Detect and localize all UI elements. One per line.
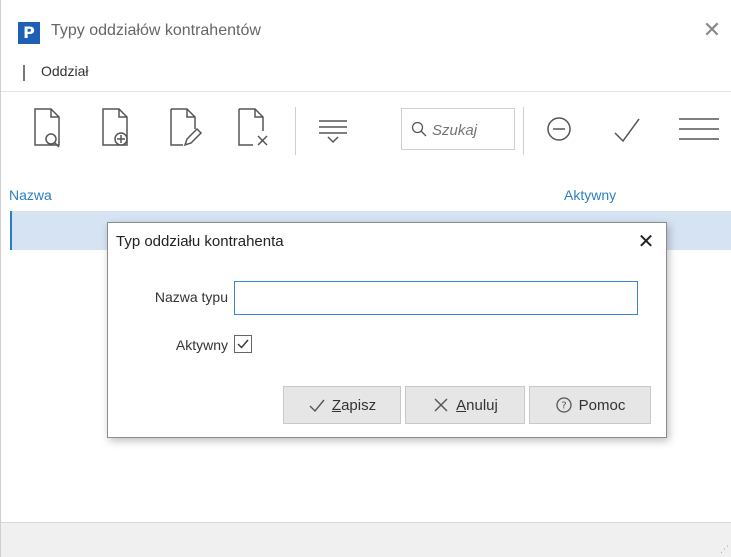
cancel-button[interactable]: Anuluj (405, 386, 525, 424)
grid-header: Nazwa Aktywny (1, 171, 731, 211)
close-window-button[interactable]: ✕ (700, 18, 724, 42)
menu-icon[interactable] (675, 105, 719, 153)
accept-icon[interactable] (607, 105, 651, 153)
name-input[interactable] (234, 281, 638, 315)
search-icon (411, 121, 427, 137)
menu-separator (23, 65, 25, 81)
delete-document-icon[interactable] (231, 105, 275, 153)
help-button-label: Pomoc (578, 396, 626, 414)
help-icon: ? (556, 397, 572, 413)
branch-type-dialog: Typ oddziału kontrahenta ✕ Nazwa typu Ak… (107, 222, 667, 438)
save-button[interactable]: Zapisz (283, 386, 401, 424)
toolbar-divider (523, 107, 524, 155)
save-button-label: Zapisz (331, 396, 377, 414)
dialog-title: Typ oddziału kontrahenta (116, 233, 284, 250)
checkmark-icon (237, 339, 249, 349)
toolbar-divider (295, 107, 296, 155)
add-document-icon[interactable] (95, 105, 139, 153)
status-bar: ⋰ (1, 522, 731, 557)
app-logo-icon: P (18, 22, 40, 44)
dialog-close-button[interactable]: ✕ (633, 229, 659, 255)
help-button[interactable]: ? Pomoc (529, 386, 651, 424)
active-checkbox[interactable] (234, 335, 252, 353)
cancel-button-label: Anuluj (456, 396, 498, 414)
svg-text:?: ? (561, 401, 566, 412)
menu-bar: Oddział (1, 62, 731, 92)
close-icon (434, 398, 448, 412)
deactivate-icon[interactable] (541, 105, 585, 153)
filter-icon[interactable] (311, 105, 355, 153)
check-icon (309, 399, 325, 413)
edit-document-icon[interactable] (163, 105, 207, 153)
menu-item-oddzial[interactable]: Oddział (41, 63, 88, 79)
name-label: Nazwa typu (154, 289, 228, 305)
toolbar (1, 93, 731, 171)
window-title: Typy oddziałów kontrahentów (51, 22, 261, 39)
search-box[interactable] (401, 108, 515, 150)
column-header-nazwa[interactable]: Nazwa (9, 187, 52, 203)
active-label: Aktywny (175, 337, 228, 353)
title-bar: P Typy oddziałów kontrahentów ✕ (1, 0, 731, 62)
resize-grip-icon[interactable]: ⋰ (720, 544, 729, 555)
column-header-aktywny[interactable]: Aktywny (564, 187, 616, 203)
view-document-icon[interactable] (27, 105, 71, 153)
search-input[interactable] (432, 118, 510, 142)
